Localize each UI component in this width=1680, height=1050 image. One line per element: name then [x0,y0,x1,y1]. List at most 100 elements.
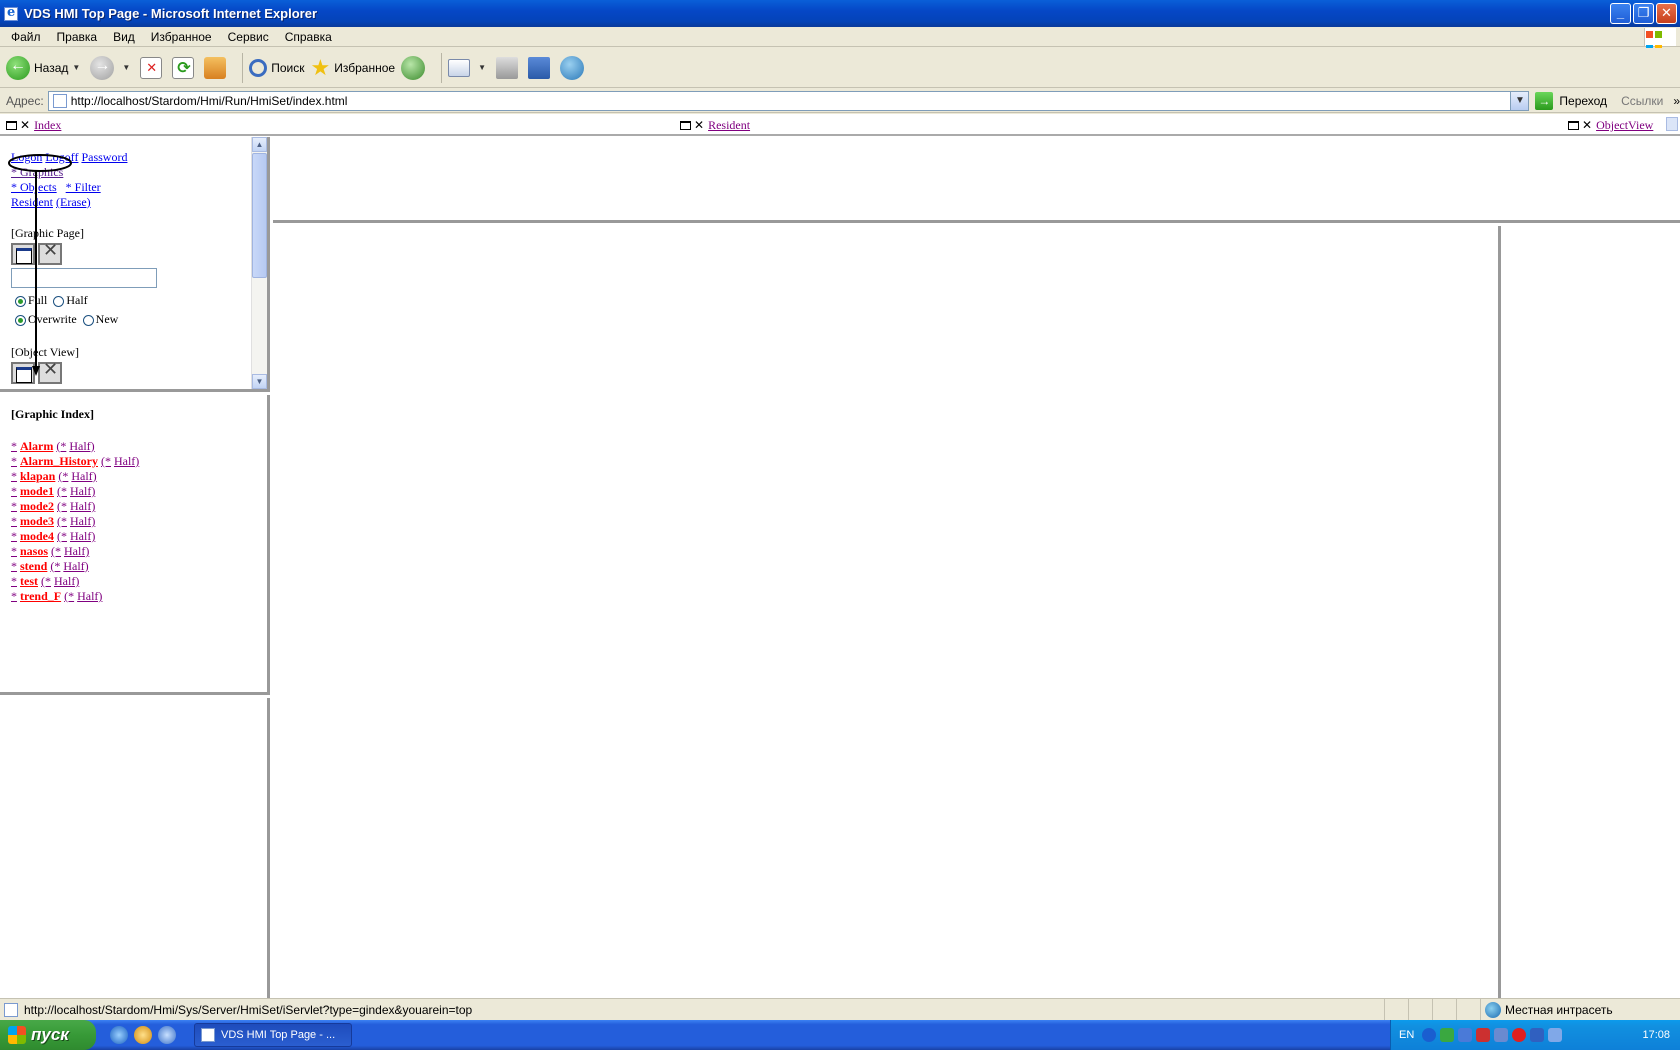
graphic-link[interactable]: mode2 [20,499,54,513]
tab-index-label[interactable]: Index [34,118,61,133]
scroll-thumb[interactable] [252,153,267,278]
tray-network-icon[interactable] [1440,1028,1455,1042]
open-graphic-button[interactable] [11,243,35,265]
refresh-button[interactable] [172,56,198,79]
graphic-open-link[interactable]: (* [57,514,67,528]
graphic-open-link[interactable]: (* [51,544,61,558]
back-button[interactable]: Назад ▼ [6,55,84,80]
graphic-link[interactable]: Alarm_History [20,454,98,468]
messenger-button[interactable] [559,55,588,80]
address-input[interactable]: http://localhost/Stardom/Hmi/Run/HmiSet/… [47,90,1530,111]
graphic-star-link[interactable]: * [11,454,17,468]
window-icon[interactable] [6,121,17,130]
open-object-button[interactable] [11,362,35,384]
tray-app-icon[interactable] [1530,1028,1545,1042]
menu-view[interactable]: Вид [105,30,143,44]
graphic-half-link[interactable]: Half) [54,574,79,588]
erase-link[interactable]: (Erase) [56,195,91,209]
close-icon[interactable]: ✕ [1582,118,1592,133]
overwrite-radio[interactable] [15,314,26,326]
tab-resident-label[interactable]: Resident [708,118,750,133]
graphic-star-link[interactable]: * [11,499,17,513]
graphic-open-link[interactable]: (* [50,559,60,573]
graphic-link[interactable]: mode3 [20,514,54,528]
graphic-half-link[interactable]: Half) [70,529,95,543]
chevron-down-icon[interactable]: ▼ [72,63,80,72]
edit-button[interactable] [527,56,554,79]
media-player-icon[interactable] [134,1026,152,1044]
graphic-half-link[interactable]: Half) [70,484,95,498]
graphic-star-link[interactable]: * [11,469,17,483]
ie-quicklaunch-icon[interactable] [110,1026,128,1044]
tray-alert-icon[interactable] [1476,1028,1491,1042]
menu-favorites[interactable]: Избранное [143,30,220,44]
menu-edit[interactable]: Правка [49,30,106,44]
close-graphic-button[interactable] [38,243,62,265]
graphic-star-link[interactable]: * [11,514,17,528]
graphic-half-link[interactable]: Half) [114,454,139,468]
password-link[interactable]: Password [81,150,127,164]
go-button[interactable]: → Переход [1535,91,1607,110]
close-icon[interactable]: ✕ [20,118,30,133]
security-zone[interactable]: Местная интрасеть [1480,999,1680,1021]
tab-objectview-label[interactable]: ObjectView [1596,118,1653,133]
tray-volume-icon[interactable] [1548,1028,1563,1042]
graphic-half-link[interactable]: Half) [64,544,89,558]
resident-link[interactable]: Resident [11,195,53,209]
graphic-link[interactable]: Alarm [20,439,53,453]
graphic-open-link[interactable]: (* [64,589,74,603]
graphic-open-link[interactable]: (* [57,484,67,498]
taskbar-item-ie[interactable]: VDS HMI Top Page - ... [194,1023,352,1047]
graphic-open-link[interactable]: (* [41,574,51,588]
scrollbar[interactable]: ▲ ▼ [251,137,267,389]
graphic-half-link[interactable]: Half) [71,469,96,483]
graphic-link[interactable]: mode4 [20,529,54,543]
graphic-star-link[interactable]: * [11,559,17,573]
graphics-link[interactable]: * Graphics [11,165,63,179]
graphic-open-link[interactable]: (* [58,469,68,483]
graphic-link[interactable]: stend [20,559,47,573]
close-button[interactable]: ✕ [1656,3,1677,24]
close-icon[interactable]: ✕ [694,118,704,133]
scroll-up-icon[interactable]: ▲ [252,137,267,152]
graphic-link[interactable]: trend_F [20,589,61,603]
graphic-open-link[interactable]: (* [101,454,111,468]
show-desktop-icon[interactable] [158,1026,176,1044]
tab-index[interactable]: ✕ Index [6,118,61,133]
search-button[interactable]: Поиск [249,58,305,77]
links-label[interactable]: Ссылки [1621,94,1663,108]
print-button[interactable] [495,56,522,79]
graphic-half-link[interactable]: Half) [63,559,88,573]
menu-file[interactable]: Файл [3,30,49,44]
window-icon[interactable] [1568,121,1579,130]
graphic-half-link[interactable]: Half) [69,439,94,453]
history-button[interactable] [401,55,429,80]
graphic-open-link[interactable]: (* [56,439,66,453]
tray-arrow-icon[interactable] [1422,1028,1437,1042]
graphic-star-link[interactable]: * [11,544,17,558]
scrollbar[interactable] [1666,117,1678,131]
chevron-right-icon[interactable]: » [1673,94,1680,108]
scroll-down-icon[interactable]: ▼ [252,374,267,389]
window-icon[interactable] [680,121,691,130]
half-radio[interactable] [53,295,65,307]
graphic-star-link[interactable]: * [11,529,17,543]
graphic-link[interactable]: nasos [20,544,48,558]
graphic-half-link[interactable]: Half) [70,514,95,528]
menu-help[interactable]: Справка [277,30,340,44]
tray-antivirus-icon[interactable] [1458,1028,1473,1042]
forward-button[interactable]: ▼ [90,55,134,80]
graphic-half-link[interactable]: Half) [70,499,95,513]
chevron-down-icon[interactable]: ▼ [478,63,486,72]
graphic-open-link[interactable]: (* [57,529,67,543]
logon-link[interactable]: Logon [11,150,42,164]
graphic-star-link[interactable]: * [11,484,17,498]
mail-button[interactable]: ▼ [448,58,490,77]
graphic-link[interactable]: test [20,574,38,588]
favorites-button[interactable]: ★ Избранное [311,56,396,79]
objects-link[interactable]: * Objects [11,180,57,194]
chevron-down-icon[interactable]: ▼ [1510,91,1529,110]
graphic-link[interactable]: mode1 [20,484,54,498]
restore-button[interactable]: ❐ [1633,3,1654,24]
logoff-link[interactable]: Logoff [45,150,78,164]
